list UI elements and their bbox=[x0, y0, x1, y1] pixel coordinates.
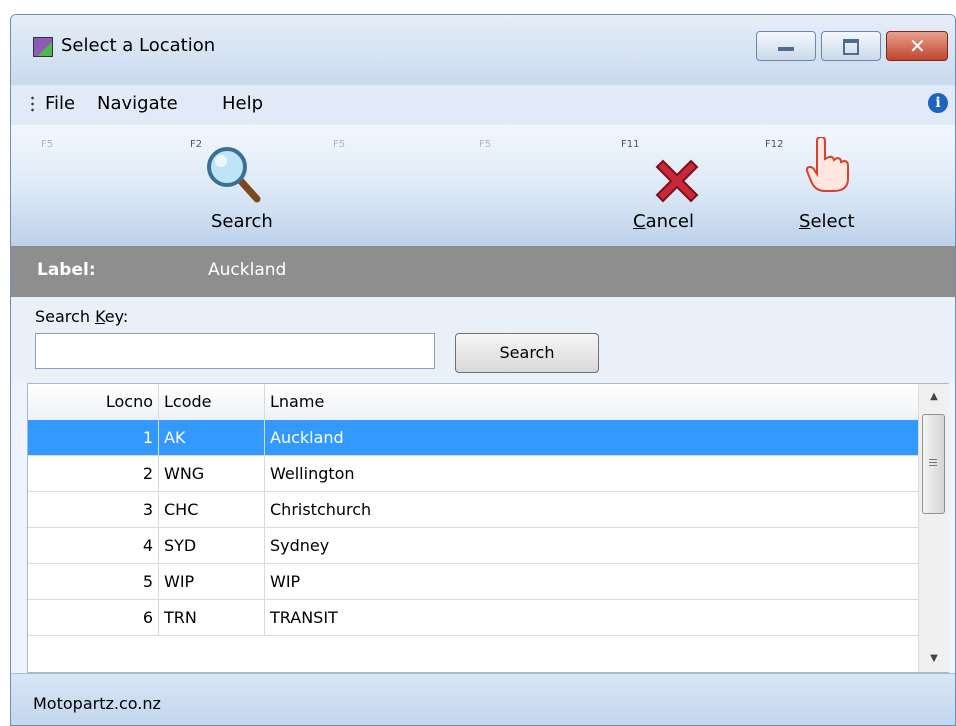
window-title: Select a Location bbox=[61, 35, 216, 56]
close-button[interactable]: ✕ bbox=[886, 31, 948, 61]
table-row[interactable]: 1 AK Auckland bbox=[28, 420, 918, 456]
scroll-up-arrow-icon[interactable]: ▲ bbox=[919, 384, 949, 410]
cell-locno: 1 bbox=[28, 420, 159, 455]
magnifier-icon bbox=[207, 147, 261, 203]
menu-file[interactable]: File bbox=[45, 93, 75, 114]
cancel-toolbar-label: Cancel bbox=[633, 211, 694, 232]
cell-lcode: TRN bbox=[159, 600, 265, 635]
search-button[interactable]: Search bbox=[455, 333, 599, 373]
column-header-lname[interactable]: Lname bbox=[265, 384, 918, 420]
cell-lname: Sydney bbox=[270, 536, 330, 555]
cell-lname: Christchurch bbox=[270, 500, 372, 519]
select-location-window: Select a Location ✕ File Navigate Help i… bbox=[10, 14, 956, 726]
maximize-icon bbox=[843, 39, 859, 55]
f5-key-hint: F5 bbox=[333, 139, 346, 150]
cell-lcode: AK bbox=[159, 420, 265, 455]
menu-bar: File Navigate Help bbox=[11, 85, 955, 125]
f5-key-hint: F5 bbox=[41, 139, 54, 150]
pointing-hand-icon bbox=[805, 137, 849, 192]
search-key-input[interactable] bbox=[35, 333, 435, 369]
close-icon: ✕ bbox=[909, 34, 926, 58]
label-bar: Label: Auckland bbox=[11, 246, 955, 297]
cell-locno: 3 bbox=[28, 492, 159, 527]
select-toolbar-button[interactable]: Select bbox=[765, 135, 875, 245]
menu-help[interactable]: Help bbox=[222, 93, 263, 114]
cell-lcode: WNG bbox=[159, 456, 265, 491]
info-icon[interactable]: i bbox=[928, 93, 948, 113]
f5-key-hint: F5 bbox=[479, 139, 492, 150]
search-area: Search Key: Search bbox=[11, 297, 955, 383]
app-icon bbox=[33, 37, 53, 57]
table-row[interactable]: 3 CHC Christchurch bbox=[28, 492, 918, 528]
maximize-button[interactable] bbox=[821, 31, 881, 61]
search-toolbar-button[interactable]: Search bbox=[181, 135, 311, 245]
cell-lname: Auckland bbox=[270, 428, 344, 447]
select-toolbar-label: Select bbox=[799, 211, 855, 232]
table-row[interactable]: 2 WNG Wellington bbox=[28, 456, 918, 492]
search-key-label: Search Key: bbox=[35, 307, 129, 326]
menu-navigate[interactable]: Navigate bbox=[97, 93, 178, 114]
cell-lcode: SYD bbox=[159, 528, 265, 563]
toolbar: F5 F2 F5 F5 F11 F12 Search Cancel Select bbox=[11, 125, 955, 246]
vertical-scrollbar[interactable]: ▲ ▼ bbox=[918, 384, 949, 672]
minimize-button[interactable] bbox=[756, 31, 816, 61]
cell-locno: 4 bbox=[28, 528, 159, 563]
cell-locno: 2 bbox=[28, 456, 159, 491]
column-header-lcode[interactable]: Lcode bbox=[159, 384, 265, 420]
label-caption: Label: bbox=[37, 260, 96, 280]
cell-lname: TRANSIT bbox=[270, 608, 338, 627]
status-text: Motopartz.co.nz bbox=[33, 694, 161, 713]
cell-lcode: CHC bbox=[159, 492, 265, 527]
title-bar: Select a Location ✕ bbox=[11, 15, 955, 85]
menu-grip-icon bbox=[31, 95, 34, 113]
column-header-locno[interactable]: Locno bbox=[28, 384, 159, 420]
cell-lname: Wellington bbox=[270, 464, 355, 483]
cell-locno: 5 bbox=[28, 564, 159, 599]
cell-lname: WIP bbox=[270, 572, 301, 591]
locations-grid: Locno Lcode Lname 1 AK Auckland 2 WNG We… bbox=[27, 383, 949, 673]
table-row[interactable]: 4 SYD Sydney bbox=[28, 528, 918, 564]
cancel-toolbar-button[interactable]: Cancel bbox=[621, 135, 731, 245]
scroll-down-arrow-icon[interactable]: ▼ bbox=[919, 646, 949, 672]
scroll-grip-icon bbox=[929, 459, 937, 468]
table-row[interactable]: 5 WIP WIP bbox=[28, 564, 918, 600]
table-row[interactable]: 6 TRN TRANSIT bbox=[28, 600, 918, 636]
search-toolbar-label: Search bbox=[211, 211, 273, 232]
cell-locno: 6 bbox=[28, 600, 159, 635]
cell-lcode: WIP bbox=[159, 564, 265, 599]
label-value: Auckland bbox=[208, 260, 287, 280]
scroll-thumb[interactable] bbox=[922, 414, 945, 514]
grid-header: Locno Lcode Lname bbox=[28, 384, 918, 421]
status-bar: Motopartz.co.nz bbox=[11, 673, 955, 725]
minimize-icon bbox=[778, 47, 794, 51]
cancel-x-icon bbox=[655, 159, 699, 203]
